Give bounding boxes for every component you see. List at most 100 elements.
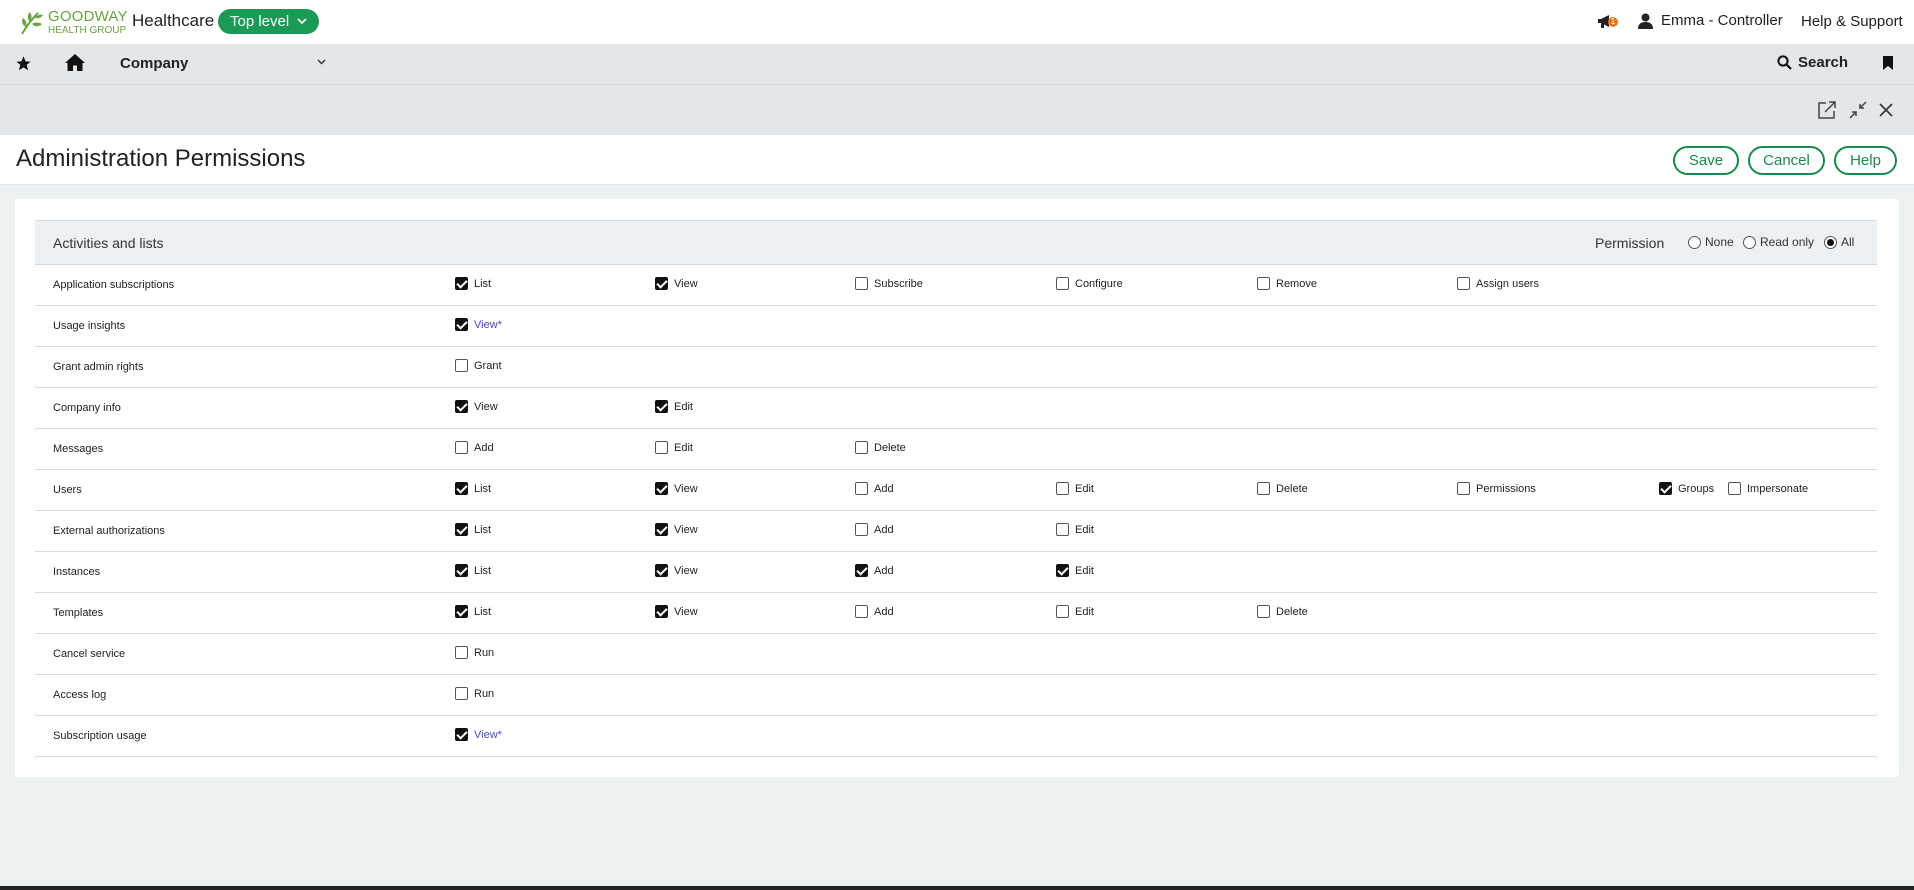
permission-checkbox-configure[interactable]: Configure [1056,277,1123,290]
permission-checkbox-add[interactable]: Add [855,482,894,495]
permission-checkbox-edit[interactable]: Edit [655,441,693,454]
checkbox[interactable] [855,523,868,536]
level-selector[interactable]: Top level [218,9,320,34]
permission-all-radio[interactable]: All [1824,235,1854,249]
checkbox[interactable] [655,523,668,536]
checkbox[interactable] [455,564,468,577]
checkbox[interactable] [655,564,668,577]
help-button[interactable]: Help [1834,146,1897,175]
help-support-link[interactable]: Help & Support [1801,13,1903,30]
permission-checkbox-edit[interactable]: Edit [655,400,693,413]
checkbox[interactable] [1056,277,1069,290]
checkbox[interactable] [1659,482,1672,495]
permission-link[interactable]: View* [474,729,502,741]
checkbox[interactable] [455,482,468,495]
permission-checkbox-list[interactable]: List [455,605,491,618]
permission-checkbox-list[interactable]: List [455,564,491,577]
checkbox[interactable] [455,728,468,741]
permission-checkbox-list[interactable]: List [455,482,491,495]
permission-checkbox-subscribe[interactable]: Subscribe [855,277,923,290]
permission-checkbox-view[interactable]: View* [455,728,502,741]
close-button[interactable] [1875,99,1897,121]
checkbox[interactable] [655,441,668,454]
user-menu[interactable]: Emma - Controller [1638,12,1783,29]
permission-checkbox-delete[interactable]: Delete [1257,605,1308,618]
notifications-button[interactable]: 1 [1596,12,1620,32]
checkbox[interactable] [455,646,468,659]
permission-checkbox-run[interactable]: Run [455,646,494,659]
checkbox[interactable] [455,318,468,331]
checkbox[interactable] [655,400,668,413]
chevron-down-icon[interactable] [317,56,326,68]
checkbox[interactable] [455,400,468,413]
radio-none[interactable] [1688,235,1701,249]
permission-readonly-radio[interactable]: Read only [1743,235,1814,249]
checkbox[interactable] [1728,482,1741,495]
permission-checkbox-add[interactable]: Add [855,605,894,618]
checkbox[interactable] [655,277,668,290]
open-external-button[interactable] [1816,99,1838,121]
checkbox[interactable] [655,605,668,618]
checkbox[interactable] [855,441,868,454]
permission-checkbox-list[interactable]: List [455,277,491,290]
permission-checkbox-view[interactable]: View [655,605,698,618]
checkbox[interactable] [455,605,468,618]
permission-checkbox-add[interactable]: Add [855,523,894,536]
checkbox[interactable] [1257,605,1270,618]
permission-checkbox-delete[interactable]: Delete [1257,482,1308,495]
checkbox[interactable] [455,687,468,700]
favorites-button[interactable] [15,55,32,77]
company-logo[interactable]: GOODWAY HEALTH GROUP [18,6,128,38]
checkbox[interactable] [855,564,868,577]
search-button[interactable]: Search [1777,54,1848,71]
checkbox[interactable] [855,277,868,290]
home-button[interactable] [64,53,86,77]
permission-checkbox-grant[interactable]: Grant [455,359,502,372]
permission-checkbox-view[interactable]: View [455,400,498,413]
permission-checkbox-groups[interactable]: Groups [1659,482,1714,495]
checkbox[interactable] [855,605,868,618]
radio-readonly[interactable] [1743,235,1756,249]
checkbox[interactable] [1056,523,1069,536]
checkbox[interactable] [1056,482,1069,495]
company-dropdown[interactable]: Company [120,55,188,72]
bookmark-button[interactable] [1882,55,1894,76]
permission-checkbox-view[interactable]: View [655,482,698,495]
checkbox[interactable] [1056,605,1069,618]
checkbox[interactable] [1457,482,1470,495]
save-button[interactable]: Save [1673,146,1739,175]
permission-checkbox-assign-users[interactable]: Assign users [1457,277,1539,290]
permission-checkbox-permissions[interactable]: Permissions [1457,482,1536,495]
checkbox[interactable] [655,482,668,495]
permission-checkbox-edit[interactable]: Edit [1056,605,1094,618]
permission-checkbox-edit[interactable]: Edit [1056,482,1094,495]
checkbox[interactable] [455,523,468,536]
permission-checkbox-edit[interactable]: Edit [1056,564,1094,577]
checkbox[interactable] [455,441,468,454]
collapse-button[interactable] [1847,99,1869,121]
permission-checkbox-add[interactable]: Add [855,564,894,577]
radio-all[interactable] [1824,235,1837,249]
checkbox[interactable] [1056,564,1069,577]
checkbox[interactable] [1257,277,1270,290]
permission-checkbox-remove[interactable]: Remove [1257,277,1317,290]
permission-checkbox-view[interactable]: View [655,277,698,290]
permission-checkbox-view[interactable]: View* [455,318,502,331]
checkbox[interactable] [455,277,468,290]
permission-checkbox-delete[interactable]: Delete [855,441,906,454]
checkbox[interactable] [1257,482,1270,495]
permission-link[interactable]: View* [474,319,502,331]
permission-checkbox-view[interactable]: View [655,564,698,577]
permission-checkbox-run[interactable]: Run [455,687,494,700]
permission-checkbox-list[interactable]: List [455,523,491,536]
checkbox[interactable] [455,359,468,372]
permission-checkbox-add[interactable]: Add [455,441,494,454]
permission-none-radio[interactable]: None [1688,235,1734,249]
checkbox-label: Edit [674,441,693,454]
permission-checkbox-edit[interactable]: Edit [1056,523,1094,536]
permission-checkbox-impersonate[interactable]: Impersonate [1728,482,1808,495]
checkbox[interactable] [1457,277,1470,290]
permission-checkbox-view[interactable]: View [655,523,698,536]
checkbox[interactable] [855,482,868,495]
cancel-button[interactable]: Cancel [1748,146,1825,175]
